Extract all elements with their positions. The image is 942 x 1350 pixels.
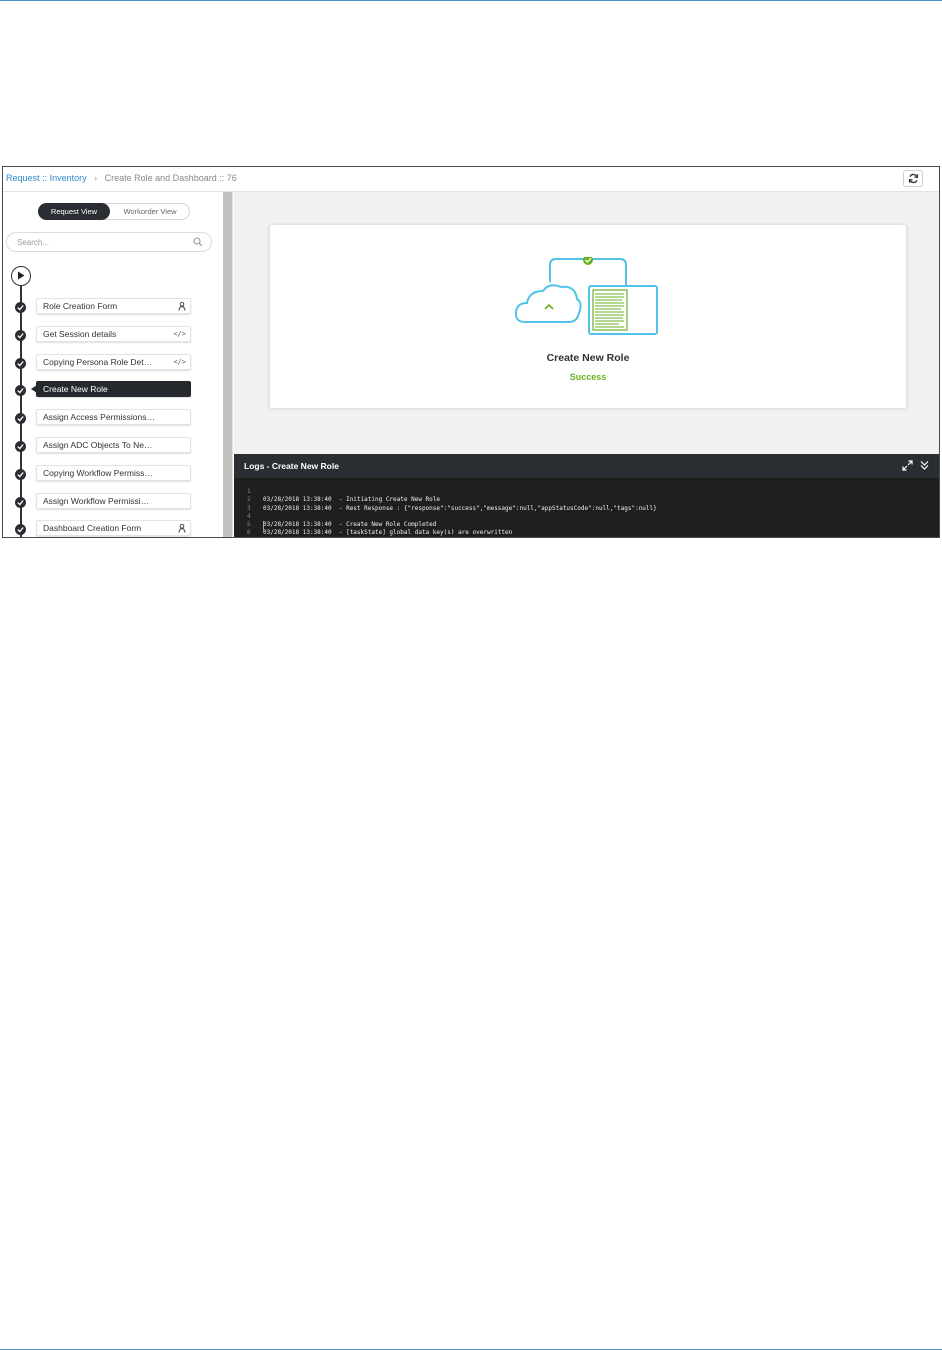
task-title: Create New Role xyxy=(546,352,630,364)
workflow-step[interactable]: Assign Access Permissions… xyxy=(3,409,213,427)
workflow-step[interactable]: Dashboard Creation Form xyxy=(3,520,213,537)
workorder-view-tab[interactable]: Workorder View xyxy=(111,204,189,219)
step-label: Get Session details xyxy=(43,329,117,339)
refresh-icon xyxy=(908,173,918,184)
step-card[interactable]: Role Creation Form xyxy=(36,298,191,314)
step-card[interactable]: Dashboard Creation Form xyxy=(36,520,191,536)
step-label: Assign Workflow Permissi… xyxy=(43,496,150,506)
check-icon xyxy=(15,469,26,480)
log-line: 5 03/28/2018 13:38:40 - [taskState] glob… xyxy=(234,513,939,536)
step-card[interactable]: Copying Persona Role Det… </> xyxy=(36,354,191,370)
top-bar: Request :: Inventory › Create Role and D… xyxy=(3,167,939,192)
check-icon xyxy=(15,524,26,535)
search-input[interactable] xyxy=(17,235,177,249)
log-line-text: 03/28/2018 13:38:40 - [taskState] global… xyxy=(263,529,513,537)
request-view-tab[interactable]: Request View xyxy=(38,203,110,220)
step-card[interactable]: Assign Workflow Permissi… xyxy=(36,493,191,509)
workflow-step-active[interactable]: Create New Role xyxy=(3,381,213,399)
search-box xyxy=(6,232,212,252)
workflow-step[interactable]: Assign Workflow Permissi… xyxy=(3,493,213,511)
code-icon: </> xyxy=(173,358,186,366)
workflow-step[interactable]: Copying Persona Role Det… </> xyxy=(3,354,213,372)
logs-header: Logs - Create New Role xyxy=(234,454,939,478)
log-line-number: 6 xyxy=(247,529,251,537)
chevron-double-down-icon[interactable] xyxy=(920,460,929,471)
search-icon[interactable] xyxy=(193,237,203,247)
user-task-icon xyxy=(178,524,186,533)
step-label: Assign ADC Objects To Ne… xyxy=(43,440,153,450)
check-icon xyxy=(15,358,26,369)
log-line: 4 03/28/2018 13:38:40 - Create New Role … xyxy=(234,505,939,528)
step-label: Assign Access Permissions… xyxy=(43,412,155,422)
logs-panel: Logs - Create New Role 1 03/28/2018 13:3… xyxy=(234,454,939,537)
breadcrumb-request-link[interactable]: Request xyxy=(6,173,40,183)
step-label: Create New Role xyxy=(43,384,108,394)
workflow-step[interactable]: Get Session details </> xyxy=(3,326,213,344)
breadcrumb-separator: :: xyxy=(42,173,48,183)
workflow-step[interactable]: Role Creation Form xyxy=(3,298,213,316)
step-label: Dashboard Creation Form xyxy=(43,523,142,533)
text-cursor xyxy=(263,521,264,530)
log-line: 1 03/28/2018 13:38:40 - Initiating Creat… xyxy=(234,480,939,503)
task-status: Success xyxy=(569,372,607,382)
logs-title: Logs - Create New Role xyxy=(244,461,339,471)
log-line: 6 xyxy=(234,521,939,536)
workflow-step[interactable]: Copying Workflow Permiss… xyxy=(3,465,213,483)
chevron-right-icon: › xyxy=(94,173,98,183)
breadcrumb-inventory-link[interactable]: Inventory xyxy=(50,173,87,183)
refresh-button[interactable] xyxy=(903,170,923,187)
sidebar-divider xyxy=(232,192,233,537)
step-label: Role Creation Form xyxy=(43,301,118,311)
step-card[interactable]: Assign Access Permissions… xyxy=(36,409,191,425)
check-icon xyxy=(15,413,26,424)
breadcrumb-current: Create Role and Dashboard :: 76 xyxy=(104,173,237,183)
check-icon xyxy=(15,497,26,508)
log-line: 3 xyxy=(234,496,939,512)
step-card[interactable]: Assign ADC Objects To Ne… xyxy=(36,437,191,453)
user-task-icon xyxy=(178,302,186,311)
app-window: Request :: Inventory › Create Role and D… xyxy=(2,166,940,538)
step-card-active[interactable]: Create New Role xyxy=(31,381,191,397)
check-icon xyxy=(15,441,26,452)
code-icon: </> xyxy=(173,330,186,338)
page-top-rule xyxy=(0,0,942,1)
check-icon xyxy=(15,330,26,341)
step-card[interactable]: Copying Workflow Permiss… xyxy=(36,465,191,481)
play-icon xyxy=(18,271,25,280)
play-start-button[interactable] xyxy=(11,266,31,286)
log-output[interactable]: 1 03/28/2018 13:38:40 - Initiating Creat… xyxy=(234,480,939,537)
task-result-card: Create New Role Success xyxy=(270,225,906,408)
workflow-step[interactable]: Assign ADC Objects To Ne… xyxy=(3,437,213,455)
workflow-sidebar: Request View Workorder View Role Creatio… xyxy=(3,192,233,537)
step-label: Copying Workflow Permiss… xyxy=(43,468,153,478)
log-line: 2 03/28/2018 13:38:40 - Rest Response : … xyxy=(234,488,939,511)
breadcrumb: Request :: Inventory › Create Role and D… xyxy=(6,173,237,183)
cloud-to-server-illustration xyxy=(514,257,658,335)
check-icon xyxy=(15,385,26,396)
sidebar-scrollbar[interactable] xyxy=(223,192,232,537)
expand-icon[interactable] xyxy=(902,460,913,471)
task-detail-panel: Create New Role Success xyxy=(234,192,939,454)
step-label: Copying Persona Role Det… xyxy=(43,357,153,367)
check-icon xyxy=(15,302,26,313)
view-toggle: Request View Workorder View xyxy=(38,203,190,220)
step-card[interactable]: Get Session details </> xyxy=(36,326,191,342)
